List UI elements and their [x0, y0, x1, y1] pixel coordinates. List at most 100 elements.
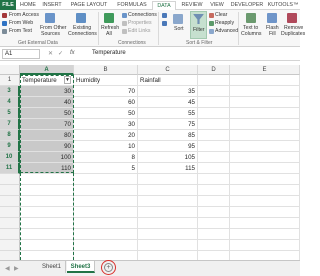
cell[interactable]: [138, 185, 198, 196]
cell[interactable]: [198, 207, 230, 218]
tab-file[interactable]: FILE: [0, 0, 16, 10]
column-header-d[interactable]: D: [198, 65, 230, 75]
properties-button[interactable]: Properties: [128, 20, 152, 26]
row-header[interactable]: [0, 207, 20, 218]
cell[interactable]: 80: [20, 130, 74, 141]
column-header-c[interactable]: C: [138, 65, 198, 75]
row-header[interactable]: 4: [0, 97, 20, 108]
cell[interactable]: [198, 218, 230, 229]
reapply-button[interactable]: Reapply: [215, 20, 234, 26]
row-header[interactable]: [0, 229, 20, 240]
cell[interactable]: [74, 229, 138, 240]
scroll-left-icon[interactable]: ◀: [5, 265, 10, 272]
cell[interactable]: [230, 152, 300, 163]
cell[interactable]: 5: [74, 163, 138, 174]
sort-button[interactable]: Sort: [174, 26, 184, 32]
new-sheet-button[interactable]: +: [104, 263, 113, 272]
cell[interactable]: [74, 174, 138, 185]
scroll-right-icon[interactable]: ▶: [14, 265, 19, 272]
cell[interactable]: 50: [20, 108, 74, 119]
cell[interactable]: [74, 185, 138, 196]
cell[interactable]: [198, 152, 230, 163]
row-header[interactable]: 9: [0, 141, 20, 152]
cell[interactable]: [138, 207, 198, 218]
cell[interactable]: [230, 108, 300, 119]
cell[interactable]: [198, 229, 230, 240]
cell[interactable]: [198, 119, 230, 130]
column-header-b[interactable]: B: [74, 65, 138, 75]
formula-input[interactable]: Temperature: [92, 50, 126, 56]
cell[interactable]: [198, 163, 230, 174]
cell[interactable]: [198, 108, 230, 119]
cell[interactable]: [138, 218, 198, 229]
row-header[interactable]: 10: [0, 152, 20, 163]
cell[interactable]: [230, 174, 300, 185]
cell[interactable]: [138, 229, 198, 240]
cell[interactable]: [138, 240, 198, 251]
connections-button[interactable]: Connections: [128, 12, 157, 18]
cell[interactable]: [198, 141, 230, 152]
cell[interactable]: [74, 240, 138, 251]
cell[interactable]: 8: [74, 152, 138, 163]
cell[interactable]: 50: [74, 108, 138, 119]
row-header[interactable]: [0, 174, 20, 185]
cell[interactable]: Humidity: [74, 75, 138, 86]
row-header[interactable]: [0, 218, 20, 229]
cell[interactable]: [230, 229, 300, 240]
from-web-button[interactable]: From Web: [9, 20, 33, 26]
sort-az-icon[interactable]: [162, 13, 167, 18]
cell[interactable]: 90: [20, 141, 74, 152]
sort-za-icon[interactable]: [162, 21, 167, 26]
filter-button[interactable]: Filter: [193, 27, 205, 33]
tab-insert[interactable]: INSERT: [40, 1, 64, 10]
cell[interactable]: 70: [74, 86, 138, 97]
cell[interactable]: 45: [138, 97, 198, 108]
cell[interactable]: 70: [20, 119, 74, 130]
cell[interactable]: Rainfall: [138, 75, 198, 86]
cell[interactable]: [198, 130, 230, 141]
cell[interactable]: [230, 196, 300, 207]
cell[interactable]: [230, 86, 300, 97]
cell[interactable]: 55: [138, 108, 198, 119]
column-header-a[interactable]: A: [20, 65, 74, 75]
row-header[interactable]: [0, 196, 20, 207]
cell[interactable]: 105: [138, 152, 198, 163]
cell[interactable]: [198, 75, 230, 86]
from-access-button[interactable]: From Access: [9, 12, 39, 18]
tab-view[interactable]: VIEW: [207, 1, 227, 10]
row-header[interactable]: 1: [0, 75, 20, 86]
cell[interactable]: [230, 185, 300, 196]
cell[interactable]: [138, 174, 198, 185]
tab-developer[interactable]: DEVELOPER: [228, 1, 266, 10]
cell[interactable]: 35: [138, 86, 198, 97]
insert-function-button[interactable]: fx: [70, 50, 75, 56]
row-header[interactable]: 8: [0, 130, 20, 141]
cell[interactable]: [230, 163, 300, 174]
cell[interactable]: [74, 207, 138, 218]
cell[interactable]: [198, 185, 230, 196]
select-all-corner[interactable]: [0, 65, 20, 75]
row-header[interactable]: 3: [0, 86, 20, 97]
enter-icon[interactable]: ✓: [58, 50, 63, 57]
column-header-e[interactable]: E: [230, 65, 300, 75]
cell[interactable]: 100: [20, 152, 74, 163]
cell[interactable]: [198, 97, 230, 108]
cell[interactable]: [74, 196, 138, 207]
cell[interactable]: [198, 196, 230, 207]
cell[interactable]: 115: [138, 163, 198, 174]
cell[interactable]: 75: [138, 119, 198, 130]
cell[interactable]: 95: [138, 141, 198, 152]
tab-kutools[interactable]: KUTOOLS™: [267, 1, 299, 10]
clear-button[interactable]: Clear: [215, 12, 227, 18]
cell[interactable]: [74, 218, 138, 229]
row-header[interactable]: 7: [0, 119, 20, 130]
cell[interactable]: 40: [20, 97, 74, 108]
cell[interactable]: 60: [74, 97, 138, 108]
cell[interactable]: [230, 130, 300, 141]
cell[interactable]: 30: [20, 86, 74, 97]
sheet-tab-sheet1[interactable]: Sheet1: [38, 261, 66, 273]
cancel-icon[interactable]: ✕: [48, 50, 53, 57]
cell[interactable]: 10: [74, 141, 138, 152]
cell[interactable]: [230, 119, 300, 130]
tab-page-layout[interactable]: PAGE LAYOUT: [66, 1, 112, 10]
